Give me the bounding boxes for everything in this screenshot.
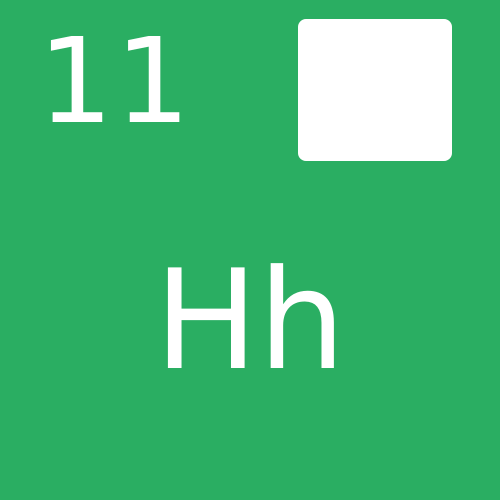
tile-number: 11 <box>38 12 193 150</box>
white-square-box <box>298 19 452 161</box>
element-tile: 11 Hh <box>0 0 500 500</box>
tile-symbol: Hh <box>154 240 346 401</box>
